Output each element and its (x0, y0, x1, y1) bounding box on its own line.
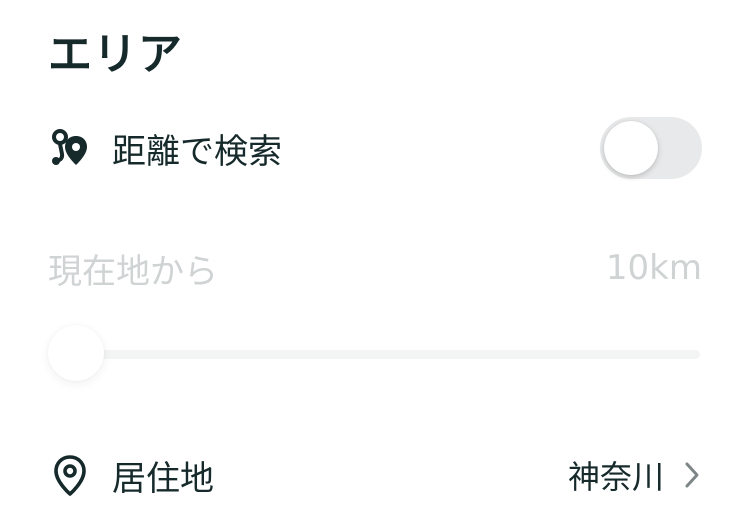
toggle-knob (604, 121, 658, 175)
chevron-right-icon (682, 460, 702, 490)
residence-row[interactable]: 居住地 神奈川 (48, 445, 702, 505)
location-pin-icon (48, 453, 92, 497)
distance-search-toggle[interactable] (600, 117, 702, 179)
distance-search-label: 距離で検索 (112, 131, 282, 172)
current-location-row: 現在地から 10km (48, 240, 702, 296)
residence-label: 居住地 (112, 458, 214, 499)
distance-value: 10km (605, 248, 702, 288)
slider-track[interactable] (74, 350, 700, 359)
distance-pins-icon (48, 126, 92, 170)
distance-slider[interactable] (48, 325, 700, 383)
slider-thumb[interactable] (48, 325, 104, 381)
section-title-area: エリア (48, 29, 183, 80)
residence-value: 神奈川 (567, 458, 664, 496)
distance-search-row: 距離で検索 (48, 117, 702, 179)
from-current-location-label: 現在地から (48, 251, 218, 292)
